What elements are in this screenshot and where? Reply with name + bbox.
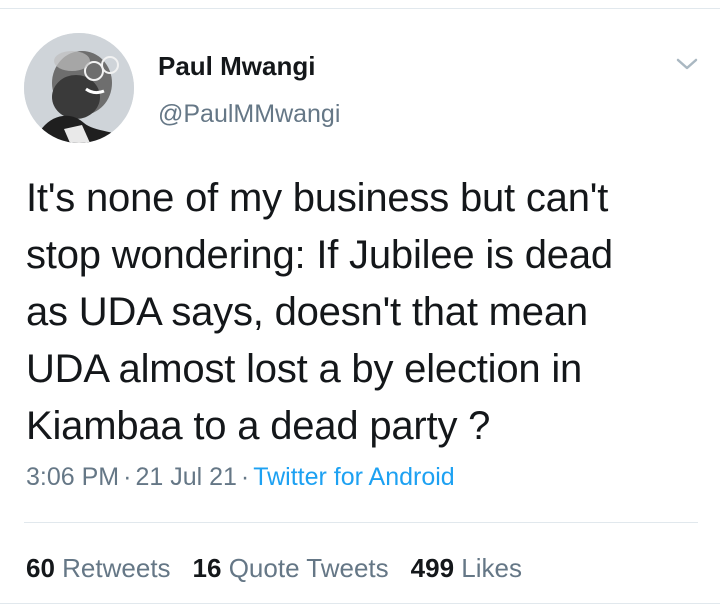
quote-tweets-stat[interactable]: 16 Quote Tweets [193,553,389,583]
quote-tweets-label: Quote Tweets [228,553,389,583]
likes-count: 499 [410,553,455,583]
avatar[interactable] [24,33,134,143]
retweets-stat[interactable]: 60 Retweets [26,553,171,583]
tweet-text: It's none of my business but can't stop … [26,176,613,448]
user-avatar-photo-icon [24,33,134,143]
retweets-label: Retweets [62,553,171,583]
author-handle[interactable]: @PaulMMwangi [158,98,340,130]
meta-separator: · [123,463,132,491]
more-options-chevron-down-icon[interactable] [672,52,702,76]
likes-label: Likes [461,553,522,583]
meta-separator: · [240,463,250,491]
author-display-name[interactable]: Paul Mwangi [158,50,315,82]
engagement-stats: 60 Retweets 16 Quote Tweets 499 Likes [26,552,544,584]
quote-tweets-count: 16 [192,553,222,583]
tweet-source-link[interactable]: Twitter for Android [253,463,454,491]
tweet-date[interactable]: 21 Jul 21 [135,463,236,491]
tweet-card: Paul Mwangi @PaulMMwangi It's none of my… [0,0,720,604]
likes-stat[interactable]: 499 Likes [411,553,522,583]
tweet-metadata: 3:06 PM · 21 Jul 21 · Twitter for Android [26,461,455,493]
tweet-time[interactable]: 3:06 PM [26,463,119,491]
stats-divider [24,522,698,523]
retweets-count: 60 [26,553,55,583]
